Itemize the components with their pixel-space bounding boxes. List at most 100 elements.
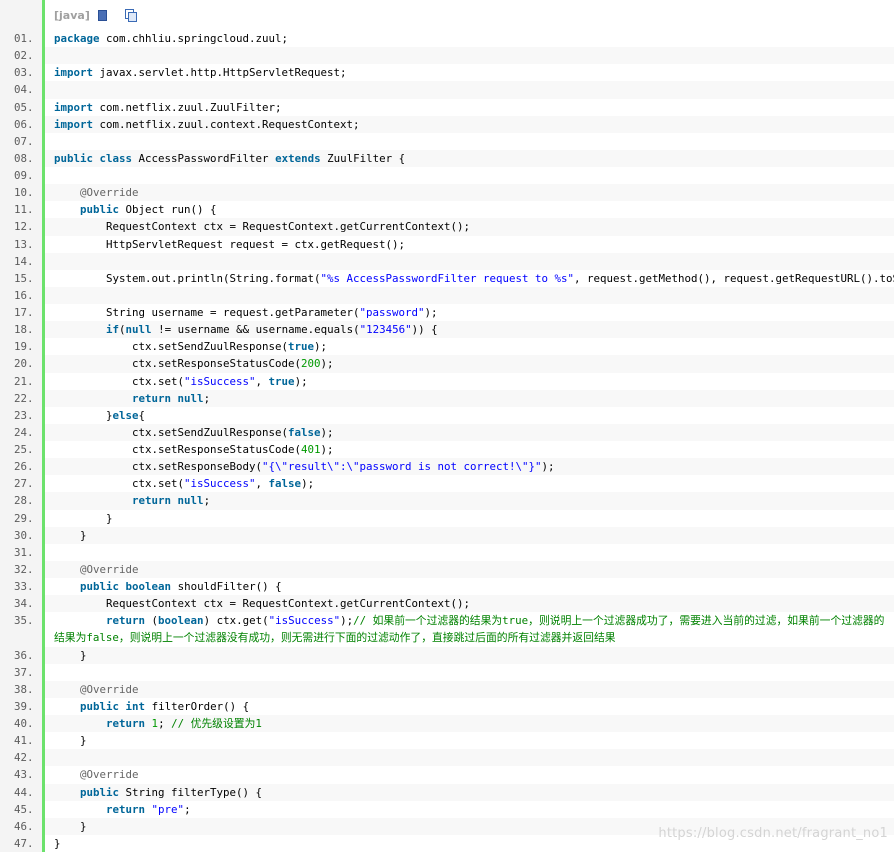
code-line: 23. }else{ [0,407,894,424]
code-line: 39. public int filterOrder() { [0,698,894,715]
code-line: 33. public boolean shouldFilter() { [0,578,894,595]
code-token: AccessPasswordFilter [132,151,276,165]
code-line: 27. ctx.set("isSuccess", false); [0,475,894,492]
view-source-icon[interactable] [96,9,108,21]
code-token: ); [424,306,438,319]
line-number: 21. [14,374,34,388]
code-line: 26. ctx.setResponseBody("{\"result\":\"p… [0,458,894,476]
code-token: public [80,699,120,713]
code-text [45,47,894,65]
line-number: 31. [14,545,34,559]
code-token: ctx.setResponseStatusCode( [54,443,302,456]
code-token: ctx.set( [54,374,185,388]
line-number: 11. [14,203,34,217]
code-token: true [268,374,295,388]
code-token: public [80,580,120,593]
code-text: ctx.setResponseStatusCode(401); [45,441,894,458]
line-number: 23. [14,408,34,422]
code-token: extends [275,151,321,165]
code-token: @Override [80,682,139,696]
code-token: ctx.setResponseStatusCode( [54,357,302,371]
line-number: 42. [14,751,34,765]
code-line: 16. [0,286,894,304]
code-token: ctx.setResponseBody( [54,460,263,474]
code-token: public [54,151,94,165]
line-number: 14. [14,254,34,268]
code-text [45,81,894,99]
code-token: com.chhliu.springcloud.zuul; [99,32,289,45]
line-number: 24. [14,425,34,439]
code-text: import com.netflix.zuul.context.RequestC… [45,115,894,133]
code-token: )) { [411,323,438,337]
code-line: 09. [0,167,894,184]
code-token: { [138,408,146,422]
code-token: @Override [80,768,139,782]
code-text: } [45,646,894,664]
code-token: true [288,340,315,354]
code-text: String username = request.getParameter("… [45,304,894,321]
code-text: @Override [45,184,894,202]
code-line: 08. public class AccessPasswordFilter ext… [0,149,894,167]
code-token: , [255,477,269,491]
code-token: filterOrder() { [145,699,250,713]
code-line: 35. return (boolean) ctx.get("isSuccess"… [0,612,894,646]
code-token: ( [145,614,159,628]
code-token: ) ctx.get( [203,614,269,628]
line-number: 39. [14,699,34,713]
code-line: 38. @Override [0,680,894,698]
line-number: 01. [14,32,34,45]
code-token: import [54,117,94,131]
code-text [45,286,894,304]
code-text: public boolean shouldFilter() { [45,578,894,595]
code-line: 11. public Object run() { [0,201,894,218]
language-label: [java] [54,8,90,22]
code-text [45,749,894,767]
code-line: 05. import com.netflix.zuul.ZuulFilter; [0,99,894,116]
code-text: package com.chhliu.springcloud.zuul; [45,30,894,47]
code-token: @Override [80,562,139,576]
code-text: System.out.println(String.format("%s Acc… [45,270,894,287]
code-text: ctx.setResponseStatusCode(200); [45,355,894,373]
code-token: null [125,323,152,337]
line-number: 08. [14,151,34,165]
code-line: 14. [0,252,894,270]
code-token: false [288,425,321,439]
code-line: 25. ctx.setResponseStatusCode(401); [0,441,894,458]
code-text: RequestContext ctx = RequestContext.getC… [45,218,894,236]
code-token: com.netflix.zuul.ZuulFilter; [93,100,282,114]
code-token: ); [320,357,334,371]
code-line: 15. System.out.println(String.format("%s… [0,270,894,287]
watermark: https://blog.csdn.net/fragrant_no1 [658,826,888,841]
code-token: else [112,408,139,422]
code-token: null [177,391,204,405]
code-token: ; [203,494,211,508]
code-text: HttpServletRequest request = ctx.getRequ… [45,236,894,253]
code-token: RequestContext ctx = RequestContext.getC… [54,597,471,611]
code-token: public [80,203,120,217]
code-line: 28. return null; [0,492,894,510]
code-text: return (boolean) ctx.get("isSuccess");//… [45,612,894,646]
code-line: 06. import com.netflix.zuul.context.Reque… [0,115,894,133]
line-number: 05. [14,100,34,114]
code-line: 03. import javax.servlet.http.HttpServlet… [0,64,894,81]
line-number: 04. [14,83,34,97]
code-text: ctx.set("isSuccess", false); [45,475,894,492]
code-token: "isSuccess" [184,477,256,491]
copy-icon[interactable] [124,9,137,22]
code-line: 29. } [0,510,894,527]
code-text: import javax.servlet.http.HttpServletReq… [45,64,894,81]
code-text: ctx.setResponseBody("{\"result\":\"passw… [45,458,894,476]
code-token: 200 [301,357,321,371]
code-text: ctx.set("isSuccess", true); [45,373,894,390]
code-token: Object run() { [119,203,217,217]
code-token: "pre" [151,802,185,816]
line-number: 29. [14,511,34,525]
code-token: "123456" [359,323,412,337]
code-token: ; [158,717,172,730]
